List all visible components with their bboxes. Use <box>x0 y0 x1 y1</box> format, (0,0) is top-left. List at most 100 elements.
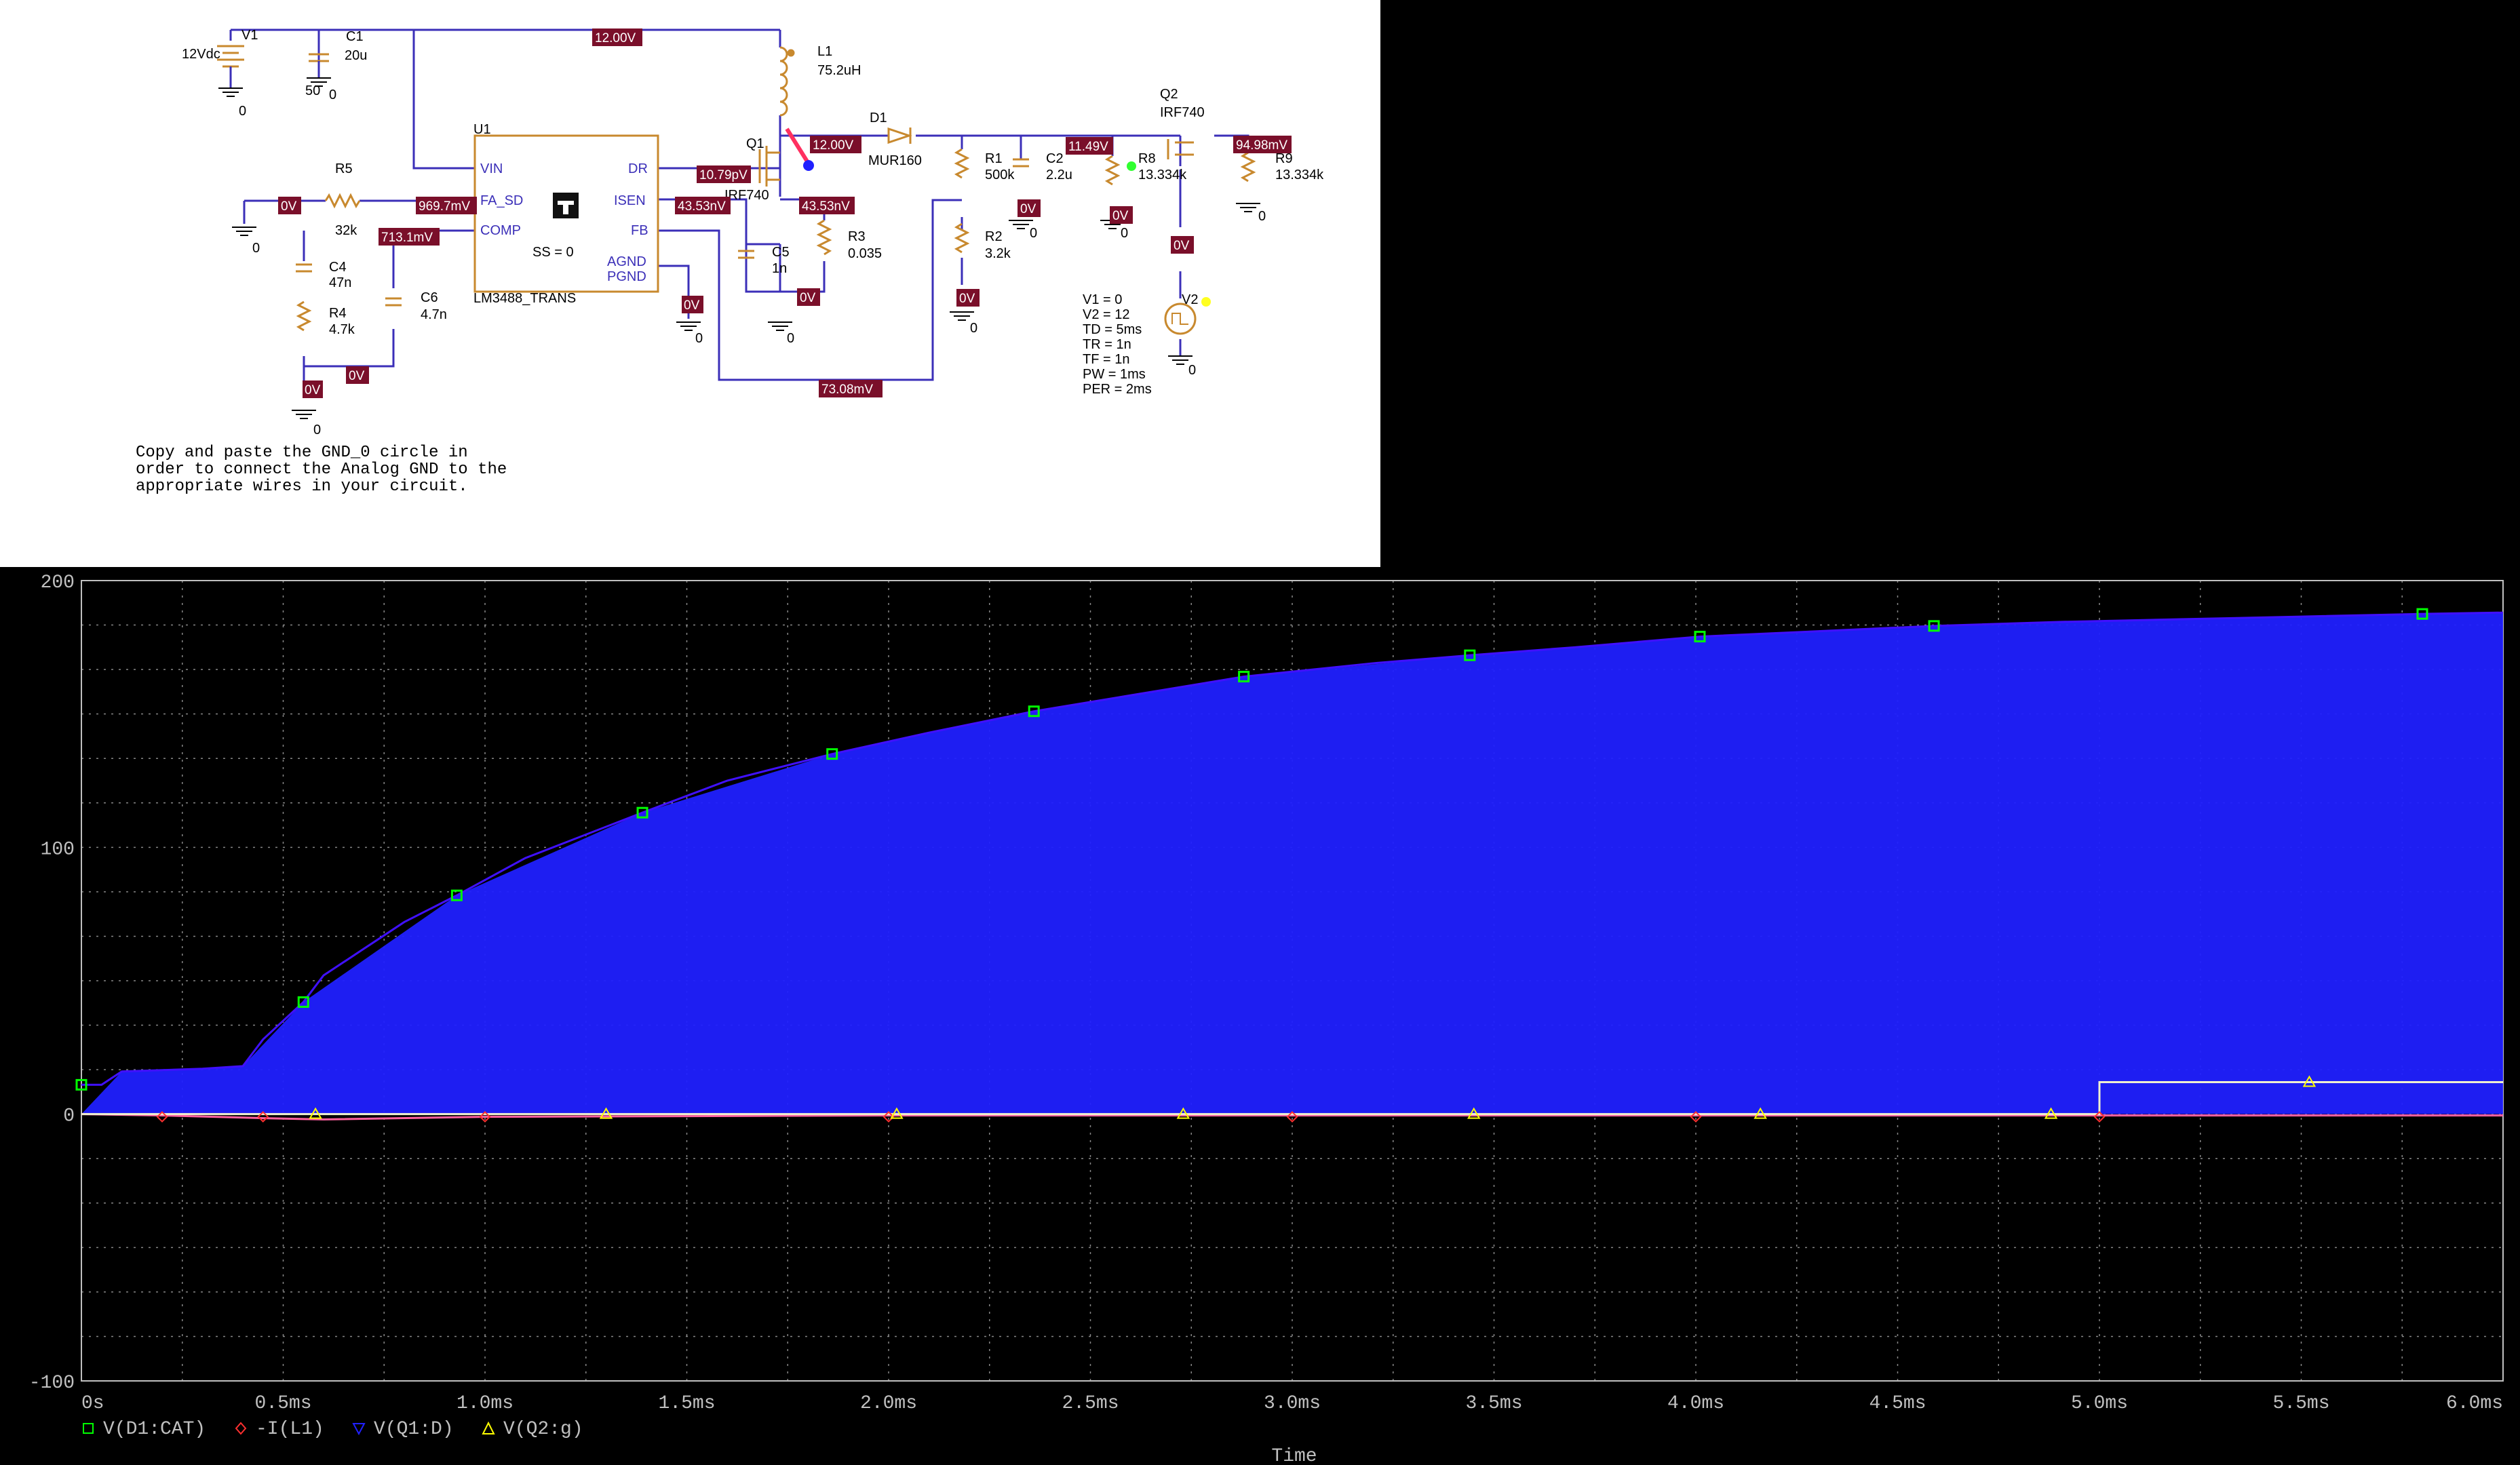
q1-voltage-probe-icon[interactable] <box>803 160 814 171</box>
r3-resistor-icon[interactable] <box>816 219 832 256</box>
v1-value: 12Vdc <box>182 47 220 62</box>
x-tick-label: 2.5ms <box>1062 1393 1119 1414</box>
vmark-r8-gnd: 0V <box>1112 209 1129 223</box>
probe-plot-window[interactable]: 200 100 0 -100 0s 0.5ms 1.0ms 1.5ms 2.0ms 2.5ms 3.… <box>0 567 2520 1465</box>
vmark-c2-gnd: 0V <box>1020 202 1036 216</box>
r8-probe-icon[interactable] <box>1127 161 1136 171</box>
vmark-isen-left: 43.53nV <box>678 199 726 214</box>
q1-mosfet-icon[interactable] <box>758 146 780 187</box>
r1-resistor-icon[interactable] <box>954 148 970 179</box>
c6-ref: C6 <box>421 290 438 305</box>
r9-resistor-icon[interactable] <box>1240 151 1256 182</box>
r3-ref: R3 <box>848 229 866 244</box>
legend-entry-label[interactable]: V(Q1:D) <box>374 1419 454 1440</box>
svg-text:0: 0 <box>1121 226 1128 241</box>
svg-text:0: 0 <box>1258 209 1266 224</box>
svg-text:TD = 5ms: TD = 5ms <box>1083 322 1142 337</box>
svg-text:0: 0 <box>1030 226 1037 241</box>
l1-value: 75.2uH <box>817 63 861 78</box>
svg-text:VIN: VIN <box>480 161 503 176</box>
vmark-fb-net: 73.08mV <box>821 383 873 397</box>
svg-text:0: 0 <box>313 423 321 437</box>
y-tick-label: 100 <box>41 839 75 860</box>
q2-ref: Q2 <box>1160 87 1178 102</box>
r8-value: 13.334k <box>1138 168 1187 182</box>
y-tick-label: -100 <box>29 1373 75 1394</box>
c6-value: 4.7n <box>421 307 447 322</box>
vmark-c4-bottom: 0V <box>305 383 321 397</box>
x-tick-label: 6.0ms <box>2446 1393 2503 1414</box>
legend-marker-square-icon <box>83 1423 94 1434</box>
c2-capacitor-icon[interactable] <box>1013 158 1029 168</box>
svg-text:0: 0 <box>970 321 977 336</box>
x-tick-label: 3.5ms <box>1465 1393 1522 1414</box>
x-tick-label: 0.5ms <box>254 1393 311 1414</box>
v2-params: V1 = 0 V2 = 12 TD = 5ms TR = 1n TF = 1n … <box>1083 292 1152 397</box>
svg-text:ISEN: ISEN <box>614 193 646 208</box>
svg-text:U1: U1 <box>473 122 491 137</box>
svg-text:TR = 1n: TR = 1n <box>1083 337 1131 352</box>
x-tick-label: 2.0ms <box>860 1393 917 1414</box>
v2-probe-icon[interactable] <box>1201 297 1211 307</box>
vmark-comp: 713.1mV <box>381 231 433 245</box>
legend-marker-triangle-down-icon <box>352 1423 366 1436</box>
svg-text:PGND: PGND <box>607 269 646 284</box>
x-tick-label: 4.0ms <box>1667 1393 1724 1414</box>
schematic-canvas[interactable]: U1 LM3488_TRANS SS = 0 VIN FA_SD COMP DR… <box>0 0 1380 567</box>
d1-value: MUR160 <box>868 153 922 168</box>
r2-ref: R2 <box>985 229 1003 244</box>
vmark-pgnd: 0V <box>684 298 700 313</box>
c5-value: 1n <box>772 261 787 276</box>
vmark-q2-gate: 0V <box>1174 239 1190 253</box>
r2-value: 3.2k <box>985 246 1011 261</box>
vmark-dr-net: 10.79pV <box>699 168 748 182</box>
svg-text:0: 0 <box>1188 363 1196 378</box>
q1-probe-current-icon[interactable] <box>785 128 809 163</box>
r5-ref: R5 <box>335 161 353 176</box>
voltage-markers[interactable]: 12.00V 12.00V 10.79pV 43.53nV 43.53nV 96… <box>278 28 1292 398</box>
c4-value: 47n <box>329 275 351 290</box>
r4-value: 4.7k <box>329 322 355 337</box>
svg-text:TF = 1n: TF = 1n <box>1083 352 1129 367</box>
r9-ref: R9 <box>1275 151 1293 166</box>
vmark-c5-gnd: 0V <box>800 291 816 305</box>
svg-text:0: 0 <box>695 331 703 346</box>
legend-entry-label[interactable]: V(Q2:g) <box>503 1419 583 1440</box>
svg-text:LM3488_TRANS: LM3488_TRANS <box>473 291 576 306</box>
svg-text:COMP: COMP <box>480 223 521 238</box>
u1-pin-labels: VIN FA_SD COMP DR ISEN FB AGND PGND <box>480 161 648 284</box>
q1-value: IRF740 <box>724 188 769 203</box>
svg-text:SS = 0: SS = 0 <box>532 245 574 260</box>
r8-resistor-icon[interactable] <box>1104 155 1121 186</box>
legend-marker-diamond-icon <box>235 1422 247 1435</box>
d1-diode-icon[interactable] <box>887 127 912 144</box>
x-tick-label: 4.5ms <box>1869 1393 1926 1414</box>
r5-resistor-icon[interactable] <box>324 193 361 209</box>
vmark-vin-top: 12.00V <box>595 31 636 45</box>
x-tick-label: 5.5ms <box>2272 1393 2329 1414</box>
v1-battery-icon[interactable] <box>217 45 244 88</box>
vmark-isen-right: 43.53nV <box>802 199 850 214</box>
l1-inductor-icon[interactable] <box>779 46 795 117</box>
r8-ref: R8 <box>1138 151 1156 166</box>
v2-pulse-source-icon[interactable] <box>1164 302 1197 335</box>
legend-entry-label[interactable]: -I(L1) <box>256 1419 324 1440</box>
r9-value: 13.334k <box>1275 168 1324 182</box>
c1-ref: C1 <box>346 29 364 44</box>
plot-legend[interactable]: V(D1:CAT) -I(L1) V(Q1:D) V(Q2:g) <box>83 1419 583 1440</box>
c4-capacitor-icon[interactable] <box>296 263 312 273</box>
c6-capacitor-icon[interactable] <box>385 297 402 307</box>
x-tick-label: 0s <box>81 1393 104 1414</box>
vmark-q2-out: 94.98mV <box>1236 138 1287 153</box>
c1-value: 20u <box>345 48 367 63</box>
y-tick-label: 0 <box>63 1106 75 1127</box>
svg-text:V1 = 0: V1 = 0 <box>1083 292 1122 307</box>
v1-ref: V1 <box>241 28 258 43</box>
legend-entry-label[interactable]: V(D1:CAT) <box>103 1419 206 1440</box>
svg-text:0: 0 <box>329 87 336 102</box>
gnd-instruction-note: Copy and paste the GND_0 circle in order… <box>136 444 507 496</box>
x-axis-label: Time <box>1271 1446 1317 1465</box>
r4-resistor-icon[interactable] <box>296 300 312 332</box>
c5-ref: C5 <box>772 245 790 260</box>
svg-text:V2 = 12: V2 = 12 <box>1083 307 1130 322</box>
